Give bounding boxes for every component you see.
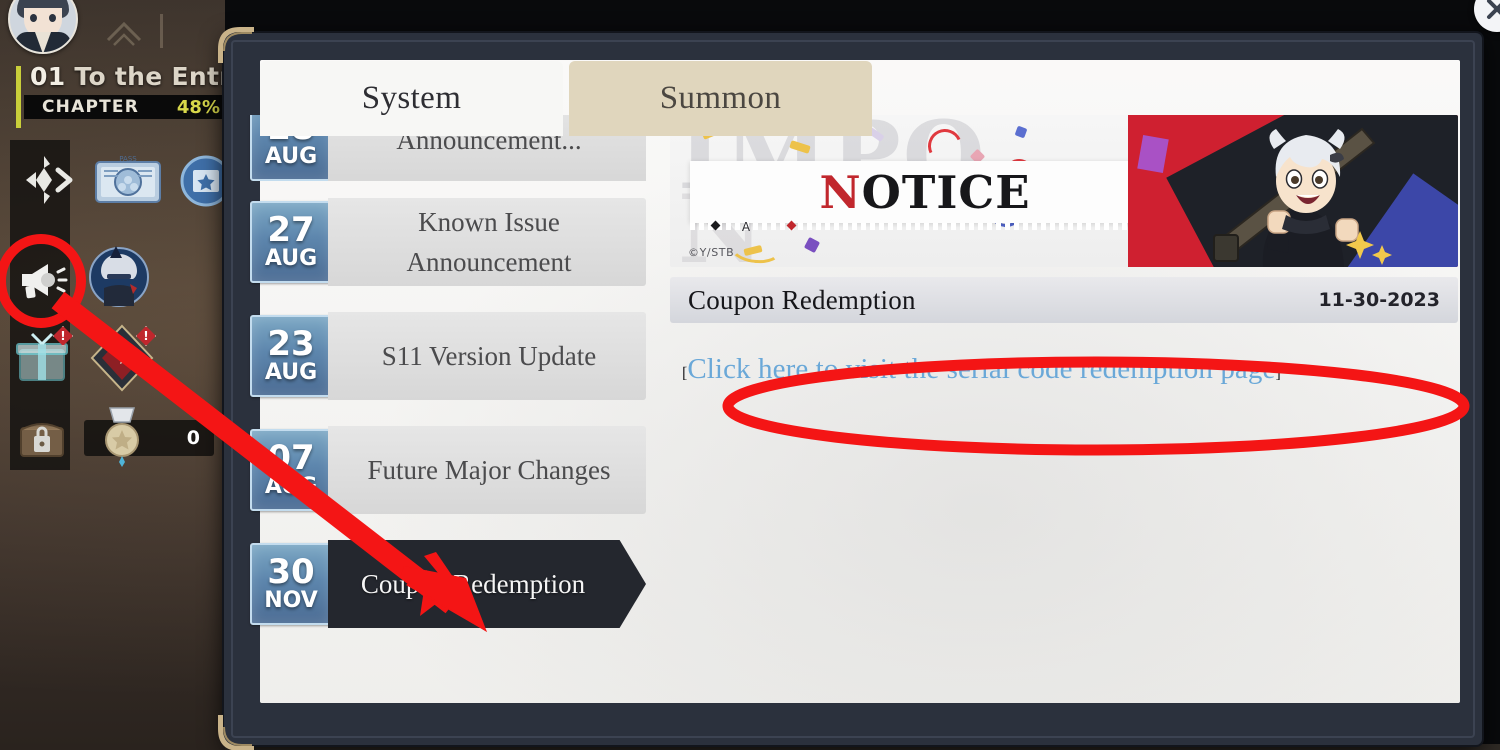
mission-emblem-icon[interactable]: ! <box>86 322 158 394</box>
tab-system-label: System <box>361 80 462 116</box>
avatar[interactable] <box>8 0 78 54</box>
avatar-eye-right <box>49 14 56 22</box>
date-day: 07 <box>267 438 315 478</box>
news-item-coupon-redemption[interactable]: 30 NOV Coupon Redemption <box>246 531 646 637</box>
date-month: AUG <box>264 246 318 271</box>
date-chip: 07 AUG <box>250 429 332 511</box>
confetti-piece <box>1014 125 1028 139</box>
news-item-future-major-changes[interactable]: 07 AUG Future Major Changes <box>246 417 646 523</box>
locked-chest-icon[interactable] <box>16 412 68 464</box>
avatar-eye-left <box>30 14 37 22</box>
asta-character-icon <box>1213 127 1392 267</box>
battle-pass-icon[interactable]: PASS <box>92 152 164 210</box>
notice-title-first-letter: N <box>819 165 862 219</box>
link-close-bracket: ] <box>1275 365 1281 382</box>
gift-alert-text: ! <box>60 329 66 343</box>
clover-deco-icon: A <box>742 220 751 234</box>
article-date: 11-30-2023 <box>1318 289 1440 311</box>
game-hud-sidebar: 01 To the Entran CHAPTER 48% PASS ! ! 0 <box>0 0 267 750</box>
medal-icon <box>100 404 144 470</box>
article-title: Coupon Redemption <box>688 284 916 315</box>
date-month: AUG <box>264 474 318 499</box>
hud-divider <box>160 14 163 48</box>
chapter-label: CHAPTER <box>42 97 140 117</box>
tab-system[interactable]: System <box>260 61 563 136</box>
date-month: NOV <box>264 588 318 613</box>
banner-character-art <box>1128 115 1458 267</box>
news-item-title: S11 Version Update <box>328 312 646 400</box>
news-list[interactable]: 28 AUG Announcement... 27 AUG Known Issu… <box>246 115 646 709</box>
avatar-body <box>15 32 71 52</box>
date-day: 27 <box>267 210 315 250</box>
date-chip: 27 AUG <box>250 201 332 283</box>
banner-copyright: ©Y/STB <box>688 246 735 259</box>
chapter-progress: 01 To the Entran CHAPTER 48% <box>0 62 267 128</box>
confetti-piece <box>803 236 821 254</box>
megaphone-notice-icon[interactable] <box>14 252 70 308</box>
notice-banner: IMPO N NOTICE A ©Y/STB <box>670 115 1458 267</box>
chapter-title: 01 To the Entran <box>30 62 267 92</box>
tab-summon[interactable]: Summon <box>569 61 872 136</box>
date-day: 30 <box>267 552 315 592</box>
chevron-up-deco-icon <box>106 21 142 46</box>
character-portrait-icon[interactable] <box>86 244 152 310</box>
mission-alert-text: ! <box>143 329 149 343</box>
date-month: AUG <box>264 144 318 169</box>
banner-purple-accent <box>1137 135 1169 173</box>
notice-card-dots <box>690 223 1160 230</box>
svg-text:PASS: PASS <box>119 155 137 163</box>
serial-code-redemption-link[interactable]: Click here to visit the serial code rede… <box>687 353 1275 385</box>
article-body: [Click here to visit the serial code red… <box>670 353 1458 386</box>
date-chip: 23 AUG <box>250 315 332 397</box>
notice-title: NOTICE <box>820 170 1031 215</box>
dialog-tab-bar: System Summon <box>260 61 872 136</box>
navigation-arrow-icon[interactable] <box>14 152 78 208</box>
news-item-title: Coupon Redemption <box>328 540 614 628</box>
chapter-number: 01 <box>30 62 66 91</box>
chapter-percent: 48% <box>176 96 220 118</box>
news-item-title: Future Major Changes <box>328 426 646 514</box>
notice-title-rest: OTICE <box>861 165 1031 219</box>
notice-title-card: NOTICE <box>690 161 1160 223</box>
notice-dialog-panel: System Summon 28 AUG Announcement... 27 … <box>218 27 1482 750</box>
article-content: IMPO N NOTICE A ©Y/STB <box>670 115 1458 709</box>
date-chip: 30 NOV <box>250 543 332 625</box>
chapter-accent-bar <box>16 66 21 128</box>
article-title-row: Coupon Redemption 11-30-2023 <box>670 277 1458 323</box>
medal-count: 0 <box>186 427 200 449</box>
news-item-known-issue[interactable]: 27 AUG Known Issue Announcement <box>246 189 646 295</box>
gift-box-icon[interactable]: ! <box>14 326 73 386</box>
news-item-title: Known Issue Announcement <box>328 198 646 286</box>
close-icon[interactable] <box>1474 0 1500 32</box>
chapter-progress-bar: CHAPTER 48% <box>24 95 228 119</box>
tab-summon-label: Summon <box>659 80 782 116</box>
date-month: AUG <box>264 360 318 385</box>
svg-text:A: A <box>742 220 751 234</box>
news-item-s11-version-update[interactable]: 23 AUG S11 Version Update <box>246 303 646 409</box>
date-day: 23 <box>267 324 315 364</box>
